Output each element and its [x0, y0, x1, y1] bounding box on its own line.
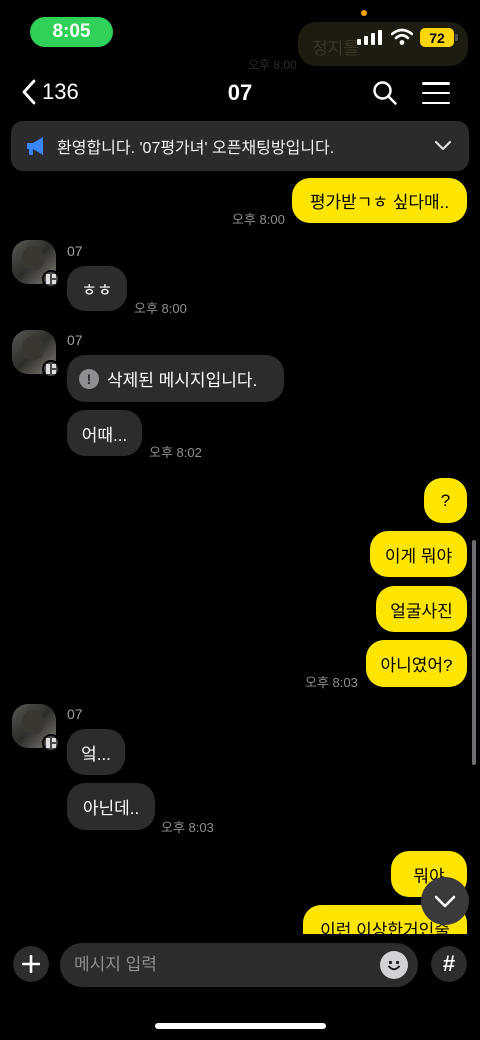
scrollbar[interactable]: [472, 540, 476, 765]
my-message-bubble[interactable]: 아니였어?: [366, 640, 467, 687]
profile-badge-icon: [42, 734, 60, 752]
status-time: 8:05: [30, 17, 113, 47]
message-time: 오후 8:00: [232, 212, 285, 227]
overlapped-bubble-time: 오후 8:00: [248, 58, 297, 72]
exclamation-icon: !: [79, 368, 99, 389]
message-time: 오후 8:03: [161, 820, 214, 835]
hash-button[interactable]: #: [431, 946, 467, 982]
overlapped-bubble-text: 정지를: [312, 39, 359, 58]
sender-name: 07: [67, 332, 83, 348]
sender-name: 07: [67, 243, 83, 259]
megaphone-icon: [27, 137, 43, 155]
my-message-bubble[interactable]: 평가받ㄱㅎ 싶다매..: [292, 178, 467, 223]
plus-icon: [22, 955, 40, 973]
chat-title: 07: [227, 80, 253, 105]
wifi-icon: [391, 28, 413, 45]
menu-icon[interactable]: [422, 82, 450, 104]
avatar[interactable]: [12, 240, 60, 288]
privacy-indicator-dot: [361, 10, 367, 16]
notice-text: 환영합니다. '07평가녀' 오픈채팅방입니다.: [57, 140, 335, 157]
my-message-bubble[interactable]: 얼굴사진: [376, 586, 467, 632]
back-button[interactable]: 136: [20, 78, 79, 106]
scroll-to-bottom-button[interactable]: [421, 877, 469, 925]
message-input-container: [60, 943, 418, 987]
sender-name: 07: [67, 706, 83, 722]
profile-badge-icon: [42, 360, 60, 378]
their-message-bubble[interactable]: ㅎㅎ: [67, 266, 127, 311]
their-message-bubble[interactable]: 어때...: [67, 410, 142, 456]
notice-banner[interactable]: 환영합니다. '07평가녀' 오픈채팅방입니다.: [11, 121, 469, 171]
attach-button[interactable]: [13, 946, 49, 982]
their-message-bubble[interactable]: 엌...: [67, 729, 125, 775]
chevron-left-icon: [22, 79, 36, 105]
search-icon[interactable]: [372, 80, 398, 106]
message-time: 오후 8:00: [134, 301, 187, 316]
smiley-icon: [388, 960, 400, 971]
my-message-bubble[interactable]: ?: [424, 478, 467, 523]
message-time: 오후 8:02: [149, 445, 202, 460]
emoji-button[interactable]: [380, 951, 408, 979]
deleted-message-bubble[interactable]: ! 삭제된 메시지입니다.: [67, 355, 284, 402]
my-message-bubble[interactable]: 이게 뭐야: [370, 531, 467, 577]
avatar[interactable]: [12, 330, 60, 378]
chevron-down-icon[interactable]: [433, 137, 453, 155]
unread-count: 136: [42, 79, 79, 104]
battery-icon: 72: [420, 28, 454, 47]
cellular-signal-icon: [357, 30, 382, 45]
avatar[interactable]: [12, 704, 60, 752]
message-input[interactable]: [74, 943, 364, 987]
profile-badge-icon: [42, 270, 60, 288]
home-indicator: [155, 1023, 326, 1029]
message-time: 오후 8:03: [305, 675, 358, 690]
battery-cap: [455, 34, 458, 41]
chevron-down-icon: [434, 895, 456, 908]
their-message-bubble[interactable]: 아닌데..: [67, 783, 155, 830]
deleted-message-text: 삭제된 메시지입니다.: [107, 371, 258, 390]
